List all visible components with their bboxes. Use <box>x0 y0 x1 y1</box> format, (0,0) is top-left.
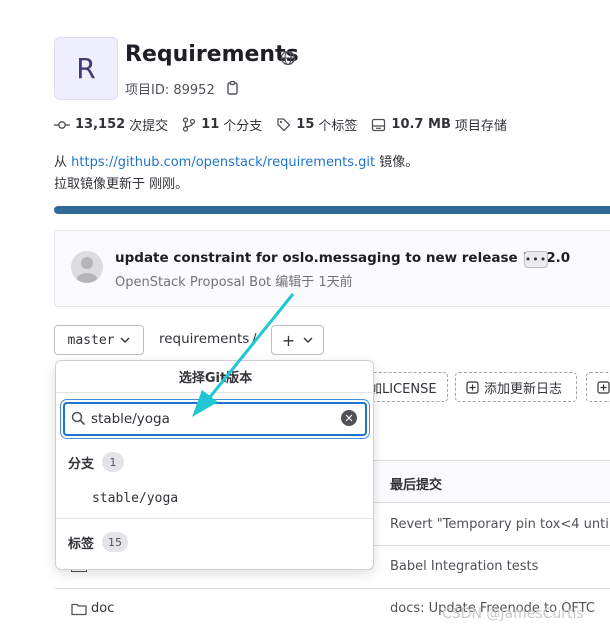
commit-icon <box>54 120 70 129</box>
mirror-prefix: 从 <box>54 155 68 170</box>
last-commit-column-header: 最后提交 <box>390 478 443 493</box>
project-title: Requirements <box>125 42 299 67</box>
search-icon <box>71 411 86 426</box>
storage-label: 项目存储 <box>454 119 507 134</box>
commit-author-link[interactable]: OpenStack Proposal Bot <box>115 275 271 290</box>
plus-square-icon <box>597 380 610 394</box>
tags-section-header: 标签 15 <box>68 532 129 552</box>
branches-section-label: 分支 <box>68 456 95 472</box>
row-divider <box>55 588 610 589</box>
mirror-url-link[interactable]: https://github.com/openstack/requirement… <box>71 155 375 170</box>
project-id: 项目ID: 89952 <box>125 83 215 98</box>
project-avatar-letter: R <box>76 52 96 85</box>
add-license-label: 加LICENSE <box>369 381 437 397</box>
tags-section-label: 标签 <box>68 536 95 552</box>
tags-label: 个标签 <box>318 119 358 134</box>
commit-more-button[interactable]: ••• <box>524 251 548 268</box>
branches-section-header: 分支 1 <box>68 452 125 472</box>
commits-label: 次提交 <box>129 119 169 134</box>
project-stats: 13,152 次提交 11 个分支 15 个标签 10.7 MB 项目存储 <box>54 115 521 134</box>
branch-icon <box>183 117 196 132</box>
table-row-doc[interactable]: doc <box>71 601 114 616</box>
add-changelog-label: 添加更新日志 <box>484 381 563 397</box>
branches-stat[interactable]: 11 个分支 <box>182 115 262 134</box>
dropdown-branch-item[interactable]: stable/yoga <box>92 491 178 506</box>
table-row-commit-message[interactable]: Babel Integration tests <box>390 559 538 574</box>
branches-count-badge: 1 <box>102 452 125 472</box>
branch-selector-label: master <box>67 332 115 348</box>
chevron-down-icon <box>120 337 130 343</box>
mirror-info: 从 https://github.com/openstack/requireme… <box>54 151 418 170</box>
table-row-commit-message[interactable]: Revert "Temporary pin tox<4 unti <box>390 517 609 532</box>
tag-icon <box>277 118 291 132</box>
commit-time: 编辑于 1天前 <box>275 275 353 290</box>
commit-title-link[interactable]: update constraint for oslo.messaging to … <box>115 250 570 266</box>
plus-square-icon <box>466 380 479 394</box>
globe-icon <box>280 50 296 66</box>
branches-count: 11 <box>201 117 220 132</box>
clear-search-icon[interactable]: ✕ <box>341 410 357 426</box>
commit-meta: OpenStack Proposal Bot 编辑于 1天前 <box>115 271 353 290</box>
storage-icon <box>372 118 386 131</box>
add-changelog-button[interactable]: 添加更新日志 <box>455 372 577 402</box>
branches-label: 个分支 <box>223 119 263 134</box>
language-bar[interactable] <box>54 206 610 214</box>
project-avatar: R <box>54 37 118 100</box>
storage-stat: 10.7 MB 项目存储 <box>371 115 507 134</box>
author-avatar[interactable] <box>71 251 103 283</box>
folder-name: doc <box>91 601 115 616</box>
dropdown-divider <box>56 518 373 519</box>
mirror-suffix: 镜像。 <box>379 155 419 170</box>
last-commit-panel <box>54 230 610 307</box>
tags-count-badge: 15 <box>102 532 129 552</box>
tags-stat[interactable]: 15 个标签 <box>276 115 357 134</box>
copy-icon[interactable] <box>226 80 240 96</box>
branch-selector-button[interactable]: master <box>54 325 144 355</box>
commits-count: 13,152 <box>75 117 126 132</box>
folder-icon <box>71 603 87 615</box>
tags-count: 15 <box>296 117 315 132</box>
watermark: CSDN @JamesCurtis <box>442 606 584 622</box>
commits-stat[interactable]: 13,152 次提交 <box>54 115 168 134</box>
mirror-updated: 拉取镜像更新于 刚刚。 <box>54 177 189 192</box>
chevron-down-icon <box>303 337 313 343</box>
row-divider <box>373 545 610 546</box>
annotation-arrow <box>192 293 295 417</box>
storage-size: 10.7 MB <box>391 117 451 132</box>
add-more-button[interactable] <box>586 372 610 402</box>
